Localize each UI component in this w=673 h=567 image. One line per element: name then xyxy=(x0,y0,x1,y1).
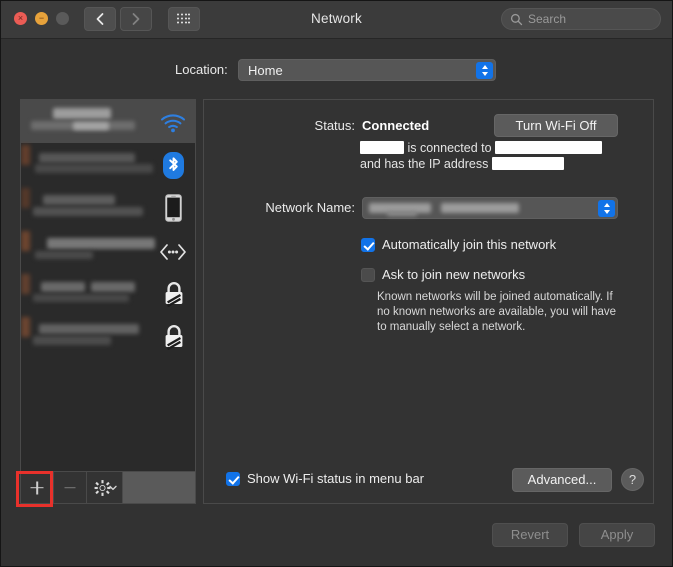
show-wifi-status-label: Show Wi-Fi status in menu bar xyxy=(247,471,425,486)
turn-wifi-off-button[interactable]: Turn Wi-Fi Off xyxy=(494,114,618,137)
list-item[interactable] xyxy=(21,100,195,143)
location-label: Location: xyxy=(175,62,228,77)
status-value: Connected xyxy=(362,118,430,133)
network-services-list[interactable] xyxy=(20,99,196,472)
search-icon xyxy=(510,13,523,26)
service-name-redacted xyxy=(31,280,143,308)
search-field[interactable]: Search xyxy=(501,8,661,30)
location-popup-button[interactable]: Home xyxy=(238,59,496,81)
apply-button[interactable]: Apply xyxy=(579,523,655,547)
ethernet-bridge-icon xyxy=(159,236,187,266)
advanced-button[interactable]: Advanced... xyxy=(512,468,612,492)
service-name-redacted xyxy=(31,194,143,222)
chevron-up-down-icon xyxy=(476,62,493,79)
list-item[interactable] xyxy=(21,186,195,229)
remove-service-button[interactable] xyxy=(54,472,87,503)
service-actions-button[interactable] xyxy=(87,472,123,503)
chevron-up-down-icon xyxy=(598,200,615,217)
toolbar-filler xyxy=(123,472,195,503)
services-toolbar xyxy=(20,472,196,504)
network-name-value-redacted xyxy=(369,202,519,216)
vpn-lock-icon xyxy=(159,322,187,352)
checkbox-unchecked-icon xyxy=(361,268,375,282)
service-name-redacted xyxy=(31,237,155,265)
service-name-redacted xyxy=(31,108,143,136)
list-item[interactable] xyxy=(21,143,195,186)
status-desc-part3: has the IP address xyxy=(384,157,489,171)
join-networks-hint: Known networks will be joined automatica… xyxy=(377,291,617,333)
location-value: Home xyxy=(248,63,283,78)
chevron-down-icon xyxy=(109,485,117,490)
status-description: is connected to and has the IP address xyxy=(360,140,622,172)
revert-button[interactable]: Revert xyxy=(492,523,568,547)
ask-join-label: Ask to join new networks xyxy=(382,267,526,282)
redacted-device-name xyxy=(360,141,404,154)
bluetooth-icon xyxy=(159,150,187,180)
network-name-popup-button[interactable] xyxy=(362,197,618,219)
checkbox-checked-icon xyxy=(226,472,240,486)
status-desc-part2: and xyxy=(360,157,381,171)
list-item[interactable] xyxy=(21,272,195,315)
network-preferences-window: × − Network Search Location: Home Status… xyxy=(0,0,673,567)
help-button[interactable]: ? xyxy=(621,468,644,491)
list-item[interactable] xyxy=(21,315,195,358)
add-service-button[interactable] xyxy=(21,472,54,503)
search-placeholder: Search xyxy=(528,12,567,26)
iphone-icon xyxy=(159,193,187,223)
service-name-redacted xyxy=(31,323,143,351)
vpn-lock-icon xyxy=(159,279,187,309)
status-label: Status: xyxy=(314,118,355,133)
status-desc-part1: is connected to xyxy=(407,141,492,155)
checkbox-checked-icon xyxy=(361,238,375,252)
wifi-icon xyxy=(159,107,187,137)
network-name-label: Network Name: xyxy=(265,200,355,215)
list-item[interactable] xyxy=(21,229,195,272)
redacted-ssid xyxy=(495,141,603,154)
service-name-redacted xyxy=(31,151,153,179)
auto-join-label: Automatically join this network xyxy=(382,237,557,252)
window-titlebar: × − Network Search xyxy=(0,0,673,39)
redacted-ip-address xyxy=(491,157,564,170)
